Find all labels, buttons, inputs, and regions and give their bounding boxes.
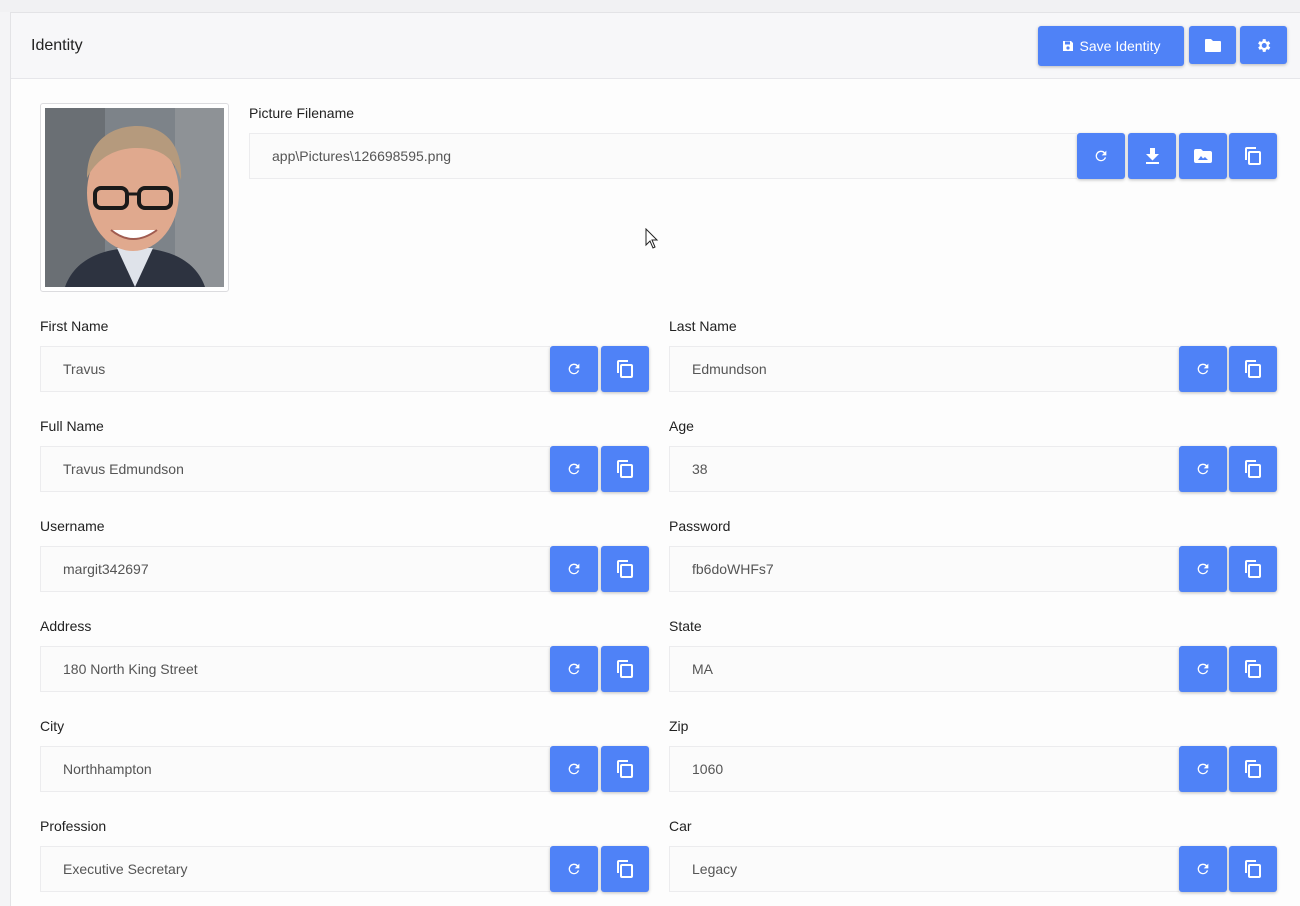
picture-browse-button[interactable] [1179,133,1227,179]
refresh-icon [1197,563,1209,575]
city-label: City [40,718,65,734]
refresh-icon [568,563,580,575]
car-refresh-button[interactable] [1179,846,1227,892]
password-field[interactable]: fb6doWHFs7 [669,546,1179,592]
full-name-refresh-button[interactable] [550,446,598,492]
identity-photo-frame [40,103,229,292]
first-name-label: First Name [40,318,109,334]
copy-icon [1245,460,1261,478]
refresh-icon [1197,863,1209,875]
full-name-label: Full Name [40,418,104,434]
address-label: Address [40,618,92,634]
age-refresh-button[interactable] [1179,446,1227,492]
refresh-icon [568,863,580,875]
save-identity-button[interactable]: Save Identity [1038,26,1184,66]
refresh-icon [1197,763,1209,775]
age-copy-button[interactable] [1229,446,1277,492]
age-label: Age [669,418,694,434]
password-copy-button[interactable] [1229,546,1277,592]
picture-refresh-button[interactable] [1077,133,1125,179]
refresh-icon [1197,463,1209,475]
state-refresh-button[interactable] [1179,646,1227,692]
state-copy-button[interactable] [1229,646,1277,692]
download-icon [1145,148,1159,164]
copy-icon [617,460,633,478]
username-copy-button[interactable] [601,546,649,592]
address-copy-button[interactable] [601,646,649,692]
state-field[interactable]: MA [669,646,1179,692]
copy-icon [1245,760,1261,778]
username-refresh-button[interactable] [550,546,598,592]
copy-icon [1245,360,1261,378]
car-field[interactable]: Legacy [669,846,1179,892]
copy-icon [1245,560,1261,578]
gear-icon [1258,38,1271,52]
zip-field[interactable]: 1060 [669,746,1179,792]
folder-icon [1204,38,1221,52]
save-identity-label: Save Identity [1079,38,1161,54]
identity-photo [45,108,224,287]
profession-field[interactable]: Executive Secretary [40,846,550,892]
password-label: Password [669,518,731,534]
state-label: State [669,618,702,634]
password-refresh-button[interactable] [1179,546,1227,592]
zip-label: Zip [669,718,689,734]
top-strip [0,0,1300,12]
copy-icon [617,360,633,378]
open-folder-button[interactable] [1189,26,1236,64]
first-name-field[interactable]: Travus [40,346,550,392]
profession-copy-button[interactable] [601,846,649,892]
picture-copy-button[interactable] [1229,133,1277,179]
image-icon [1194,149,1212,163]
profession-refresh-button[interactable] [550,846,598,892]
refresh-icon [568,463,580,475]
last-name-field[interactable]: Edmundson [669,346,1179,392]
page-title: Identity [31,37,83,54]
picture-download-button[interactable] [1128,133,1176,179]
copy-icon [1245,147,1261,165]
car-copy-button[interactable] [1229,846,1277,892]
full-name-field[interactable]: Travus Edmundson [40,446,550,492]
zip-refresh-button[interactable] [1179,746,1227,792]
refresh-icon [568,363,580,375]
picture-filename-label: Picture Filename [249,105,355,121]
refresh-icon [1095,150,1107,162]
refresh-icon [1197,663,1209,675]
username-label: Username [40,518,105,534]
address-field[interactable]: 180 North King Street [40,646,550,692]
settings-button[interactable] [1240,26,1287,64]
last-name-copy-button[interactable] [1229,346,1277,392]
last-name-refresh-button[interactable] [1179,346,1227,392]
profession-label: Profession [40,818,107,834]
copy-icon [617,660,633,678]
car-label: Car [669,818,692,834]
copy-icon [617,860,633,878]
city-field[interactable]: Northhampton [40,746,550,792]
copy-icon [617,560,633,578]
last-name-label: Last Name [669,318,737,334]
refresh-icon [568,763,580,775]
picture-filename-field[interactable]: app\Pictures\126698595.png [249,133,1077,179]
mouse-cursor-icon [645,228,659,249]
full-name-copy-button[interactable] [601,446,649,492]
card-header: Identity Save Identity [11,13,1300,79]
save-icon [1062,41,1073,51]
zip-copy-button[interactable] [1229,746,1277,792]
username-field[interactable]: margit342697 [40,546,550,592]
city-refresh-button[interactable] [550,746,598,792]
copy-icon [617,760,633,778]
copy-icon [1245,860,1261,878]
refresh-icon [1197,363,1209,375]
copy-icon [1245,660,1261,678]
first-name-copy-button[interactable] [601,346,649,392]
address-refresh-button[interactable] [550,646,598,692]
age-field[interactable]: 38 [669,446,1179,492]
refresh-icon [568,663,580,675]
first-name-refresh-button[interactable] [550,346,598,392]
city-copy-button[interactable] [601,746,649,792]
